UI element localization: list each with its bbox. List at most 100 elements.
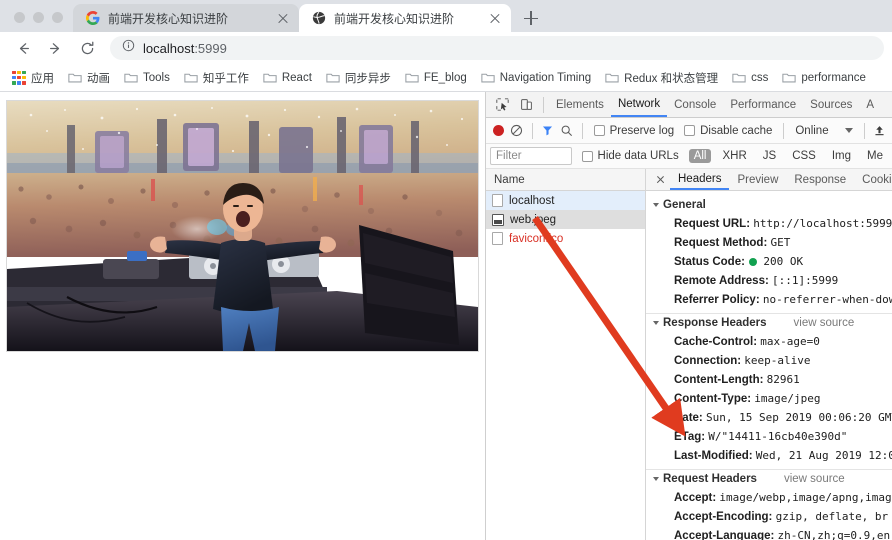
bookmark-label: React xyxy=(281,71,312,84)
clear-no-entry-icon[interactable] xyxy=(508,119,524,143)
request-row-localhost[interactable]: localhost xyxy=(486,191,645,210)
device-toggle-icon[interactable] xyxy=(514,93,538,117)
filter-input[interactable]: Filter xyxy=(490,147,572,165)
browser-tab-2[interactable]: 前端开发核心知识进阶 xyxy=(299,4,511,32)
network-body: Name localhost web.jpeg favicon.ico Head… xyxy=(486,169,892,540)
header-key: Connection: xyxy=(674,354,742,367)
header-row: Status Code: 200 OK xyxy=(646,252,892,271)
section-response-headers-header[interactable]: Response Headers view source xyxy=(646,314,892,332)
close-icon[interactable] xyxy=(487,10,503,26)
header-value: keep-alive xyxy=(744,353,811,367)
devtools-tab-elements[interactable]: Elements xyxy=(549,92,611,117)
browser-tab-1[interactable]: 前端开发核心知识进阶 xyxy=(73,4,299,32)
forward-button[interactable] xyxy=(40,34,70,62)
filter-type-img[interactable]: Img xyxy=(827,149,856,163)
preserve-log-checkbox[interactable]: Preserve log xyxy=(590,125,679,137)
funnel-filter-icon[interactable] xyxy=(540,119,556,143)
checkbox-box xyxy=(684,125,696,136)
preserve-log-label: Preserve log xyxy=(609,124,675,137)
checkbox-box xyxy=(581,150,593,162)
close-icon[interactable] xyxy=(275,10,291,26)
bookmark-folder-8[interactable]: css xyxy=(726,69,774,87)
detail-tab-cookies[interactable]: Cookies xyxy=(854,169,892,190)
section-title: General xyxy=(663,199,706,211)
section-title: Request Headers xyxy=(663,473,757,485)
header-value: no-referrer-when-downg xyxy=(762,292,892,306)
detail-tab-preview[interactable]: Preview xyxy=(729,169,786,190)
address-bar-text: localhost:5999 xyxy=(143,41,227,56)
filter-type-css[interactable]: CSS xyxy=(787,149,821,163)
filter-type-media[interactable]: Me xyxy=(862,149,888,163)
view-source-link[interactable]: view source xyxy=(794,317,855,329)
close-window-button[interactable] xyxy=(14,12,25,23)
minimize-window-button[interactable] xyxy=(33,12,44,23)
request-row-web-jpeg[interactable]: web.jpeg xyxy=(486,210,645,229)
bookmark-label: FE_blog xyxy=(423,71,467,84)
new-tab-button[interactable] xyxy=(517,4,545,32)
bookmark-folder-1[interactable]: Tools xyxy=(118,69,176,87)
bookmark-folder-4[interactable]: 同步异步 xyxy=(320,67,397,89)
chevron-down-icon xyxy=(844,128,853,133)
bookmark-label: 动画 xyxy=(87,72,110,85)
address-bar[interactable]: localhost:5999 xyxy=(110,36,884,60)
devtools-tab-network[interactable]: Network xyxy=(610,92,668,117)
detail-tab-headers[interactable]: Headers xyxy=(670,169,730,190)
devtools-tab-performance[interactable]: Performance xyxy=(723,92,803,117)
bookmark-apps[interactable]: 应用 xyxy=(6,67,60,89)
search-icon[interactable] xyxy=(558,119,574,143)
throttling-select[interactable]: Online xyxy=(791,125,856,137)
header-row: Request Method: GET xyxy=(646,233,892,252)
close-icon[interactable] xyxy=(652,172,668,188)
upload-arrow-icon[interactable] xyxy=(872,119,888,143)
request-row-favicon[interactable]: favicon.ico xyxy=(486,229,645,248)
filter-type-js[interactable]: JS xyxy=(758,149,781,163)
header-key: Date: xyxy=(674,411,703,424)
bookmark-folder-9[interactable]: performance xyxy=(776,69,872,87)
header-key: ETag: xyxy=(674,430,706,443)
folder-icon xyxy=(732,73,746,82)
network-toolbar: Preserve log Disable cache Online xyxy=(486,118,892,144)
hide-data-urls-checkbox[interactable]: Hide data URLs xyxy=(578,150,683,162)
folder-icon xyxy=(405,73,419,82)
view-source-link[interactable]: view source xyxy=(784,473,845,485)
bookmark-label: performance xyxy=(801,71,866,84)
devtools-tab-sources[interactable]: Sources xyxy=(803,92,859,117)
toolbar-divider xyxy=(543,96,544,113)
reload-button[interactable] xyxy=(72,34,102,62)
tab-title: 前端开发核心知识进阶 xyxy=(108,11,229,26)
header-value: image/jpeg xyxy=(754,391,821,405)
toolbar-divider xyxy=(531,122,533,139)
bookmark-folder-0[interactable]: 动画 xyxy=(62,67,116,89)
back-button[interactable] xyxy=(8,34,38,62)
header-key: Accept-Encoding: xyxy=(674,510,773,523)
detail-tab-response[interactable]: Response xyxy=(786,169,854,190)
devtools-tab-console[interactable]: Console xyxy=(667,92,723,117)
bookmark-folder-5[interactable]: FE_blog xyxy=(399,69,473,87)
filter-type-xhr[interactable]: XHR xyxy=(717,149,751,163)
header-value: http://localhost:5999/we xyxy=(753,216,892,230)
document-icon xyxy=(492,194,503,207)
header-value: GET xyxy=(770,235,791,249)
info-circle-icon[interactable] xyxy=(122,39,135,57)
header-row: Accept-Encoding: gzip, deflate, br xyxy=(646,507,892,526)
folder-icon xyxy=(326,73,340,82)
header-key: Status Code: xyxy=(674,255,745,268)
cursor-inspect-icon[interactable] xyxy=(490,93,514,117)
disable-cache-checkbox[interactable]: Disable cache xyxy=(680,125,776,137)
section-request-headers-header[interactable]: Request Headers view source xyxy=(646,470,892,488)
filter-type-all[interactable]: All xyxy=(688,149,712,163)
chevron-down-icon xyxy=(653,203,659,207)
devtools-tab-application[interactable]: A xyxy=(859,92,881,117)
bookmark-folder-6[interactable]: Navigation Timing xyxy=(475,69,597,87)
section-general-header[interactable]: General xyxy=(646,196,892,214)
record-circle-icon[interactable] xyxy=(490,119,506,143)
request-name: localhost xyxy=(509,194,555,207)
bookmark-folder-7[interactable]: Redux 和状态管理 xyxy=(599,67,724,89)
maximize-window-button[interactable] xyxy=(52,12,63,23)
bookmark-label: 同步异步 xyxy=(344,72,391,85)
header-row: ETag: W/"14411-16cb40e390d" xyxy=(646,427,892,446)
bookmark-folder-2[interactable]: 知乎工作 xyxy=(178,67,255,89)
hide-data-urls-label: Hide data URLs xyxy=(597,150,679,162)
bookmark-folder-3[interactable]: React xyxy=(257,69,318,87)
request-list: Name localhost web.jpeg favicon.ico xyxy=(486,169,646,540)
